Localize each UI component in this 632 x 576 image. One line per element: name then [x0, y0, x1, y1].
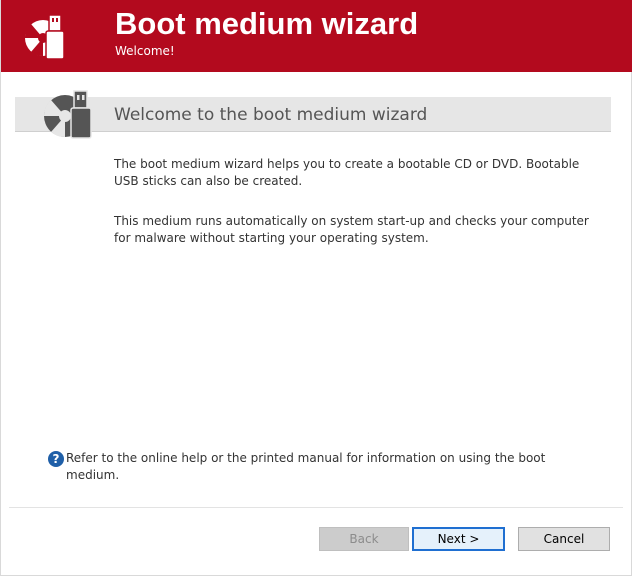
wizard-subtitle: Welcome!	[115, 44, 175, 58]
cancel-button[interactable]: Cancel	[518, 527, 610, 551]
question-mark-icon: ?	[48, 451, 64, 467]
wizard-window: Boot medium wizard Welcome! Welcome to t…	[0, 0, 632, 576]
header-banner: Boot medium wizard Welcome!	[1, 0, 632, 72]
wizard-title: Boot medium wizard	[115, 6, 419, 41]
footer-divider	[9, 507, 623, 508]
intro-paragraph: The boot medium wizard helps you to crea…	[114, 157, 580, 188]
welcome-heading: Welcome to the boot medium wizard	[114, 105, 428, 125]
back-button[interactable]: Back	[319, 527, 409, 551]
cd-usb-icon	[43, 90, 92, 139]
help-text: Refer to the online help or the printed …	[66, 451, 546, 482]
next-button[interactable]: Next >	[412, 527, 505, 551]
description-paragraph: This medium runs automatically on system…	[114, 214, 589, 245]
cd-usb-icon	[24, 14, 65, 60]
